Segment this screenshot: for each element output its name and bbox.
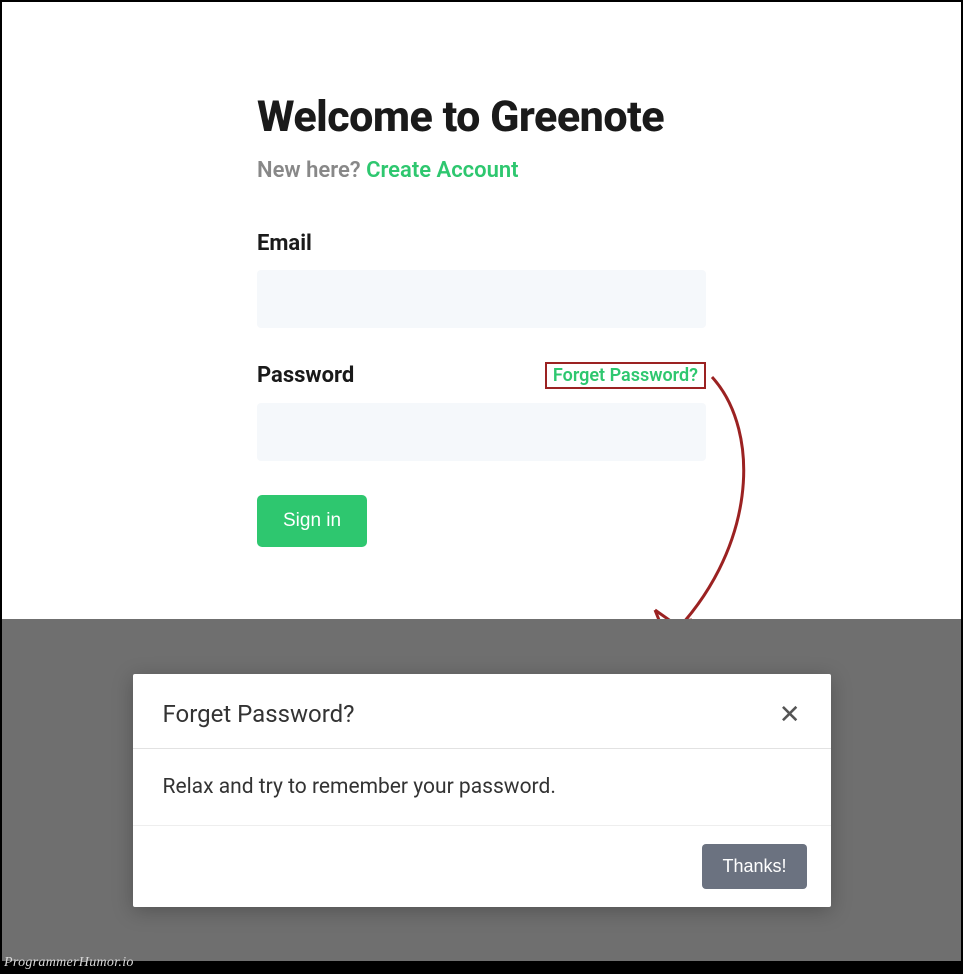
password-input[interactable] [257, 403, 706, 461]
forgot-password-link[interactable]: Forget Password? [545, 362, 706, 389]
subtitle-text: New here? [257, 158, 366, 183]
create-account-link[interactable]: Create Account [366, 158, 519, 183]
modal-backdrop: Forget Password? ✕ Relax and try to reme… [2, 619, 961, 961]
modal-footer: Thanks! [133, 826, 831, 907]
watermark-text: ProgrammerHumor.io [4, 955, 134, 971]
modal-body: Relax and try to remember your password. [133, 749, 831, 826]
page-title: Welcome to Greenote [257, 92, 706, 142]
app-frame: Welcome to Greenote New here? Create Acc… [0, 0, 963, 961]
close-icon[interactable]: ✕ [779, 701, 801, 727]
signin-button[interactable]: Sign in [257, 495, 367, 547]
subtitle-row: New here? Create Account [257, 158, 706, 183]
email-label-row: Email [257, 231, 706, 256]
forgot-password-modal: Forget Password? ✕ Relax and try to reme… [133, 674, 831, 907]
email-label: Email [257, 231, 312, 256]
modal-title: Forget Password? [163, 700, 355, 728]
password-label: Password [257, 363, 354, 388]
email-input[interactable] [257, 270, 706, 328]
password-label-row: Password Forget Password? [257, 362, 706, 389]
modal-header: Forget Password? ✕ [133, 674, 831, 749]
login-panel: Welcome to Greenote New here? Create Acc… [2, 2, 961, 619]
thanks-button[interactable]: Thanks! [702, 844, 806, 889]
